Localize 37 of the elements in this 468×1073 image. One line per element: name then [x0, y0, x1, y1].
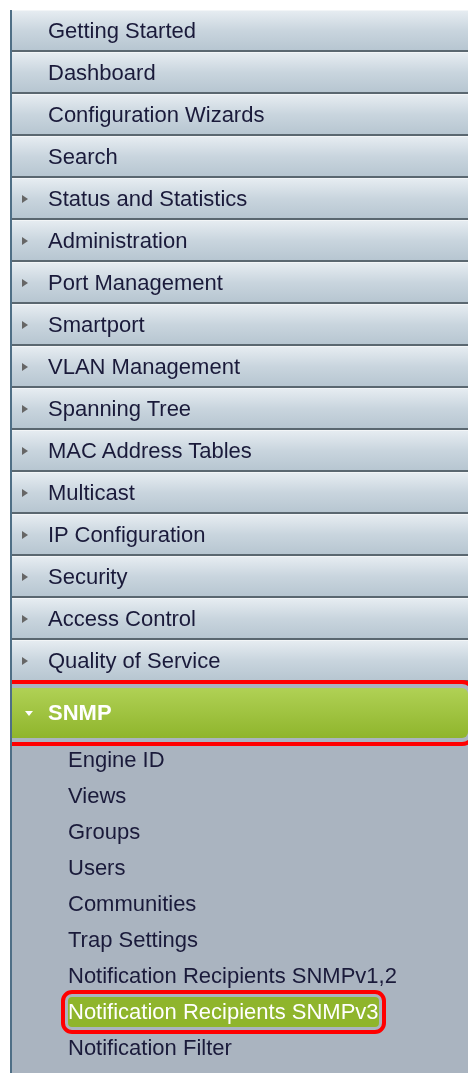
menu-item[interactable]: Spanning Tree [12, 388, 468, 430]
caret-right-icon [20, 404, 30, 414]
menu-item[interactable]: Access Control [12, 598, 468, 640]
menu-item[interactable]: Administration [12, 220, 468, 262]
menu-item[interactable]: Getting Started [12, 10, 468, 52]
caret-right-icon [20, 236, 30, 246]
menu-item[interactable]: Dashboard [12, 52, 468, 94]
submenu-item[interactable]: Users [68, 850, 126, 886]
menu-item[interactable]: Multicast [12, 472, 468, 514]
menu-item[interactable]: MAC Address Tables [12, 430, 468, 472]
menu-item[interactable]: Status and Statistics [12, 178, 468, 220]
menu-item[interactable]: Quality of Service [12, 640, 468, 682]
caret-right-icon [20, 656, 30, 666]
submenu-item[interactable]: Communities [68, 886, 197, 922]
caret-right-icon [20, 488, 30, 498]
caret-right-icon [20, 530, 30, 540]
caret-right-icon [20, 320, 30, 330]
menu-item[interactable]: Configuration Wizards [12, 94, 468, 136]
caret-right-icon [20, 362, 30, 372]
submenu-item[interactable]: Groups [68, 814, 141, 850]
menu-item[interactable]: VLAN Management [12, 346, 468, 388]
caret-down-icon [24, 708, 34, 718]
caret-right-icon [20, 194, 30, 204]
menu-item[interactable]: Smartport [12, 304, 468, 346]
menu-item[interactable]: IP Configuration [12, 514, 468, 556]
submenu-item[interactable]: Notification Filter [68, 1030, 232, 1066]
submenu-item[interactable]: Engine ID [68, 742, 165, 778]
menu-item[interactable]: Port Management [12, 262, 468, 304]
submenu-item[interactable]: Views [68, 778, 127, 814]
submenu-item[interactable]: Trap Settings [68, 922, 199, 958]
caret-right-icon [20, 572, 30, 582]
caret-right-icon [20, 278, 30, 288]
caret-right-icon [20, 614, 30, 624]
caret-right-icon [20, 446, 30, 456]
menu-item[interactable]: Search [12, 136, 468, 178]
menu-item[interactable]: Security [12, 556, 468, 598]
submenu-item[interactable]: Notification Recipients SNMPv1,2 [68, 958, 397, 994]
